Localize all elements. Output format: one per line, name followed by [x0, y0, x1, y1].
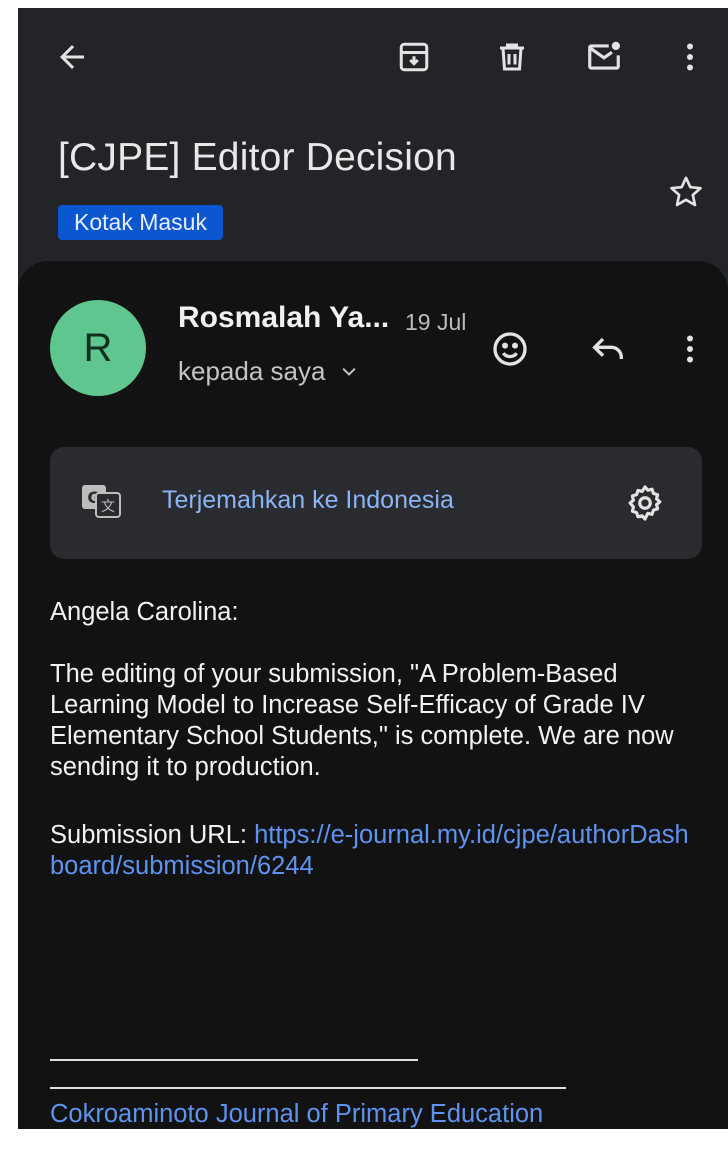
more-vert-icon[interactable]: [666, 33, 714, 81]
email-subject: [CJPE] Editor Decision: [58, 136, 457, 179]
recipient-toggle[interactable]: kepada saya: [178, 356, 359, 387]
sender-name: Rosmalah Ya...: [178, 301, 390, 334]
translate-link[interactable]: Terjemahkan ke Indonesia: [162, 486, 454, 515]
arrow-back-icon[interactable]: [48, 33, 96, 81]
emoji-reaction-icon[interactable]: [484, 323, 536, 375]
gear-icon[interactable]: [622, 480, 668, 526]
submission-url-label: Submission URL:: [50, 821, 255, 849]
email-screen: [CJPE] Editor Decision Kotak Masuk R Ros…: [18, 8, 728, 1129]
label-chip-inbox[interactable]: Kotak Masuk: [58, 205, 223, 240]
google-translate-icon: G 文: [80, 483, 126, 528]
journal-link[interactable]: Cokroaminoto Journal of Primary Educatio…: [50, 1099, 700, 1129]
message-more-icon[interactable]: [664, 323, 716, 375]
signature-divider: [50, 1087, 566, 1089]
recipient-label: kepada saya: [178, 356, 326, 386]
translate-bar: G 文 Terjemahkan ke Indonesia: [50, 447, 702, 559]
svg-text:文: 文: [101, 499, 115, 515]
reply-icon[interactable]: [582, 323, 634, 375]
signature-divider: [50, 1059, 418, 1061]
trash-icon[interactable]: [488, 33, 536, 81]
mark-unread-icon[interactable]: [580, 33, 628, 81]
star-icon[interactable]: [662, 168, 710, 216]
toolbar: [18, 8, 728, 103]
greeting: Angela Carolina:: [50, 598, 239, 626]
message-card: R Rosmalah Ya... 19 Jul kepada saya G 文 …: [18, 261, 728, 1129]
chevron-down-icon: [342, 367, 356, 376]
message-paragraph: The editing of your submission, "A Probl…: [50, 660, 674, 781]
submission-url-line: Submission URL: https://e-journal.my.id/…: [50, 820, 700, 882]
message-date: 19 Jul: [405, 309, 467, 335]
avatar[interactable]: R: [50, 300, 146, 396]
archive-icon[interactable]: [390, 33, 438, 81]
